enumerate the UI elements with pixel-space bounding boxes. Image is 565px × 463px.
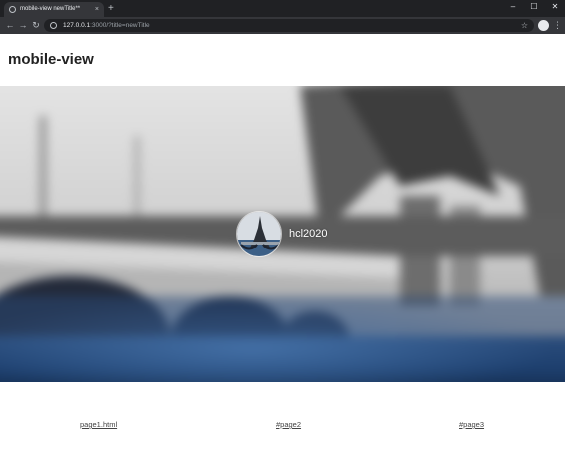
forward-arrow-icon[interactable]: → xyxy=(17,19,29,31)
browser-toolbar: ← → ↻ 127.0.0.1:3000/?title=newTitle ☆ ⋮ xyxy=(0,17,565,34)
tab-close-icon[interactable]: × xyxy=(95,4,99,15)
browser-titlebar: mobile-view newTitle** × + – ☐ ✕ xyxy=(0,0,565,17)
new-tab-button[interactable]: + xyxy=(108,3,114,14)
url-host: 127.0.0.1 xyxy=(63,22,91,29)
nav-link-page3[interactable]: #page3 xyxy=(459,420,484,430)
bookmark-star-icon[interactable]: ☆ xyxy=(521,19,528,32)
browser-menu-icon[interactable]: ⋮ xyxy=(553,19,562,31)
eiffel-tower-avatar-image xyxy=(237,212,281,256)
url-text: 127.0.0.1:3000/?title=newTitle xyxy=(63,19,150,32)
browser-tab[interactable]: mobile-view newTitle** × xyxy=(4,2,104,17)
close-window-button[interactable]: ✕ xyxy=(543,0,565,14)
tab-title: mobile-view newTitle** xyxy=(20,6,81,12)
avatar[interactable] xyxy=(236,211,282,257)
extension-icon[interactable] xyxy=(538,20,549,31)
reload-icon[interactable]: ↻ xyxy=(30,19,42,31)
profile-username: hcl2020 xyxy=(289,228,328,240)
nav-link-page1[interactable]: page1.html xyxy=(80,420,117,430)
address-bar[interactable]: 127.0.0.1:3000/?title=newTitle ☆ xyxy=(44,19,534,32)
globe-icon xyxy=(9,6,16,13)
blurred-eiffel-background xyxy=(0,86,565,382)
page-title: mobile-view xyxy=(8,51,94,68)
url-path: :3000/?title=newTitle xyxy=(90,22,150,29)
profile-hero-banner: hcl2020 xyxy=(0,86,565,382)
back-arrow-icon[interactable]: ← xyxy=(4,19,16,31)
site-info-icon[interactable] xyxy=(50,22,57,29)
nav-link-page2[interactable]: #page2 xyxy=(276,420,301,430)
